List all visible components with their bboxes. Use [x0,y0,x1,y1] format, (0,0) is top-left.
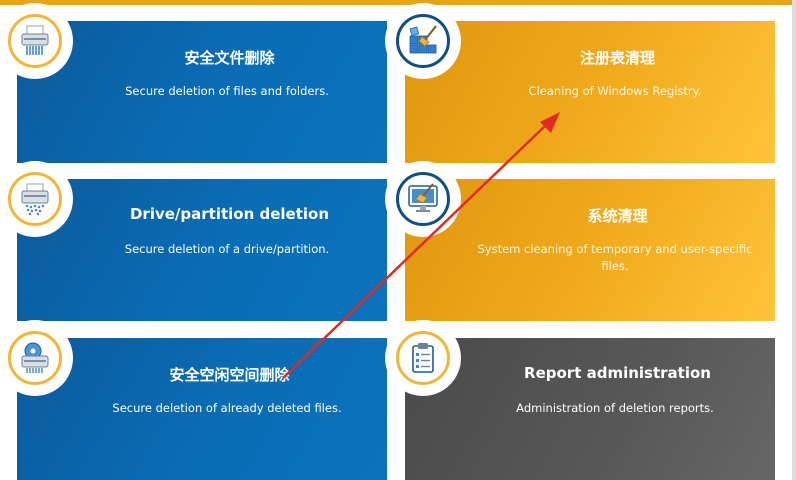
registry-cleaner-icon [409,25,437,54]
tile-badge [385,161,461,237]
top-accent-bar [0,0,796,5]
tile-badge [385,320,461,396]
tile-title: 安全文件删除 [184,49,275,67]
tile-description: Cleaning of Windows Registry. [528,84,702,98]
tile-title: Drive/partition deletion [129,205,330,223]
tile-file-deletion[interactable]: 安全文件删除 Secure deletion of files and fold… [0,3,387,163]
tile-badge [0,320,73,396]
tile-title: 系统清理 [587,207,648,225]
drive-shredder-icon [21,183,49,216]
tile-registry-cleaning[interactable]: 注册表清理 Cleaning of Windows Registry. [385,3,775,163]
shredder-icon [21,25,49,55]
tile-badge [0,161,73,237]
tile-report-administration[interactable]: Report administration Administration of … [385,320,775,480]
monitor-broom-icon [408,183,438,212]
tile-title: 注册表清理 [579,49,655,67]
tile-system-cleaning[interactable]: 系统清理 System cleaning of temporary and us… [385,161,775,321]
disk-shredder-icon [21,342,49,373]
tile-description: Secure deletion of files and folders. [125,84,329,98]
tile-badge [0,3,73,79]
tile-description: Administration of deletion reports. [516,401,714,415]
tile-description: System cleaning of temporary and user-sp… [477,242,753,273]
tile-free-space-deletion[interactable]: 安全空闲空间删除 Secure deletion of already dele… [0,320,387,480]
tile-title: 安全空闲空间删除 [169,366,290,384]
tile-description: Secure deletion of a drive/partition. [124,242,330,256]
tile-badge [385,3,461,79]
tile-title: Report administration [524,364,711,382]
tile-description: Secure deletion of already deleted files… [112,401,342,415]
window-right-edge [792,0,796,480]
tile-drive-deletion[interactable]: Drive/partition deletion Secure deletion… [0,161,387,321]
clipboard-report-icon [412,343,434,373]
